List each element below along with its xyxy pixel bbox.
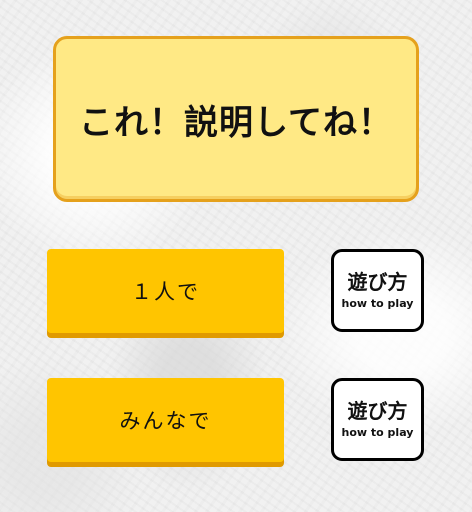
- title-card: これ！説明してね！: [53, 36, 419, 202]
- group-mode-button[interactable]: みんなで: [47, 378, 284, 462]
- game-title: これ！説明してね！: [79, 102, 393, 143]
- how-to-play-jp-label: 遊び方: [347, 399, 408, 423]
- solo-how-to-play-button[interactable]: 遊び方 how to play: [331, 249, 424, 332]
- solo-mode-button[interactable]: １人で: [47, 249, 284, 333]
- how-to-play-en-label: how to play: [341, 297, 414, 310]
- how-to-play-jp-label: 遊び方: [347, 270, 408, 294]
- solo-mode-label: １人で: [131, 280, 200, 304]
- group-how-to-play-button[interactable]: 遊び方 how to play: [331, 378, 424, 461]
- how-to-play-en-label: how to play: [341, 426, 414, 439]
- group-mode-label: みんなで: [119, 409, 212, 433]
